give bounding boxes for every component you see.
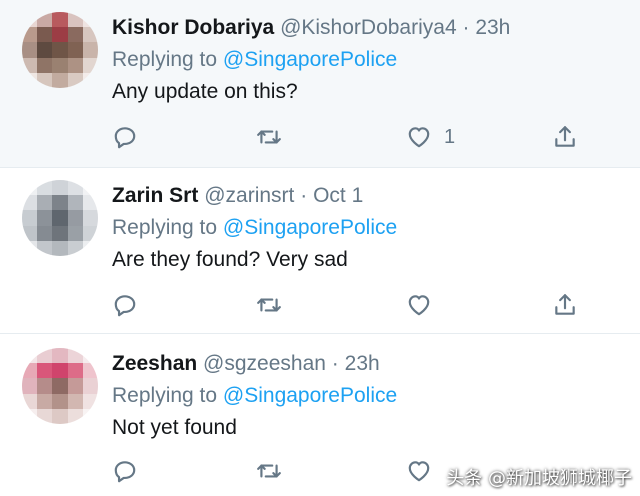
mention-link[interactable]: @SingaporePolice (223, 384, 397, 407)
retweet-button[interactable] (256, 454, 282, 488)
share-button[interactable] (552, 288, 578, 322)
share-icon (555, 294, 575, 315)
reply-icon (114, 295, 136, 317)
watermark: 头条 @新加坡狮城椰子 (446, 468, 632, 489)
like-icon (408, 461, 430, 482)
reply-item[interactable]: Zarin Srt @zarinsrt · Oct 1 Replying to … (0, 168, 640, 334)
avatar[interactable] (22, 12, 98, 88)
like-button[interactable] (406, 454, 444, 488)
reply-header: Zeeshan @sgzeeshan · 23h (112, 350, 620, 378)
retweet-icon (257, 130, 281, 144)
avatar[interactable] (22, 348, 98, 424)
timestamp[interactable]: 23h (475, 16, 510, 39)
replying-label: Replying to (112, 384, 218, 407)
share-icon (555, 126, 575, 147)
author-name[interactable]: Zarin Srt (112, 184, 198, 207)
retweet-icon (257, 464, 281, 478)
reply-button[interactable] (112, 120, 138, 154)
reply-item[interactable]: Kishor Dobariya @KishorDobariya4 · 23h R… (0, 0, 640, 168)
reply-text: Any update on this? (112, 80, 298, 103)
author-name[interactable]: Kishor Dobariya (112, 16, 274, 39)
mention-link[interactable]: @SingaporePolice (223, 216, 397, 239)
reply-header: Kishor Dobariya @KishorDobariya4 · 23h (112, 14, 620, 42)
like-icon (408, 127, 430, 148)
like-button[interactable]: 1 (406, 120, 455, 154)
reply-icon (114, 461, 136, 483)
separator-dot: · (331, 352, 339, 375)
reply-header: Zarin Srt @zarinsrt · Oct 1 (112, 182, 620, 210)
reply-text: Are they found? Very sad (112, 248, 348, 271)
timestamp[interactable]: 23h (345, 352, 380, 375)
reply-text: Not yet found (112, 416, 237, 439)
retweet-icon (257, 298, 281, 312)
reply-button[interactable] (112, 454, 138, 488)
author-handle[interactable]: @KishorDobariya4 (280, 16, 457, 39)
action-bar: 1 (112, 120, 592, 154)
author-name[interactable]: Zeeshan (112, 352, 197, 375)
replying-to: Replying to @SingaporePolice (112, 382, 620, 410)
like-count: 1 (444, 125, 456, 148)
author-handle[interactable]: @sgzeeshan (203, 352, 326, 375)
replying-label: Replying to (112, 48, 218, 71)
avatar[interactable] (22, 180, 98, 256)
like-icon (408, 295, 430, 316)
reply-icon (114, 127, 136, 149)
timestamp[interactable]: Oct 1 (313, 184, 363, 207)
replying-to: Replying to @SingaporePolice (112, 46, 620, 74)
share-button[interactable] (552, 120, 578, 154)
action-bar (112, 288, 592, 322)
like-button[interactable] (406, 288, 444, 322)
mention-link[interactable]: @SingaporePolice (223, 48, 397, 71)
reply-button[interactable] (112, 288, 138, 322)
replying-to: Replying to @SingaporePolice (112, 214, 620, 242)
replying-label: Replying to (112, 216, 218, 239)
retweet-button[interactable] (256, 288, 282, 322)
separator-dot: · (300, 184, 308, 207)
retweet-button[interactable] (256, 120, 282, 154)
author-handle[interactable]: @zarinsrt (204, 184, 294, 207)
separator-dot: · (462, 16, 470, 39)
